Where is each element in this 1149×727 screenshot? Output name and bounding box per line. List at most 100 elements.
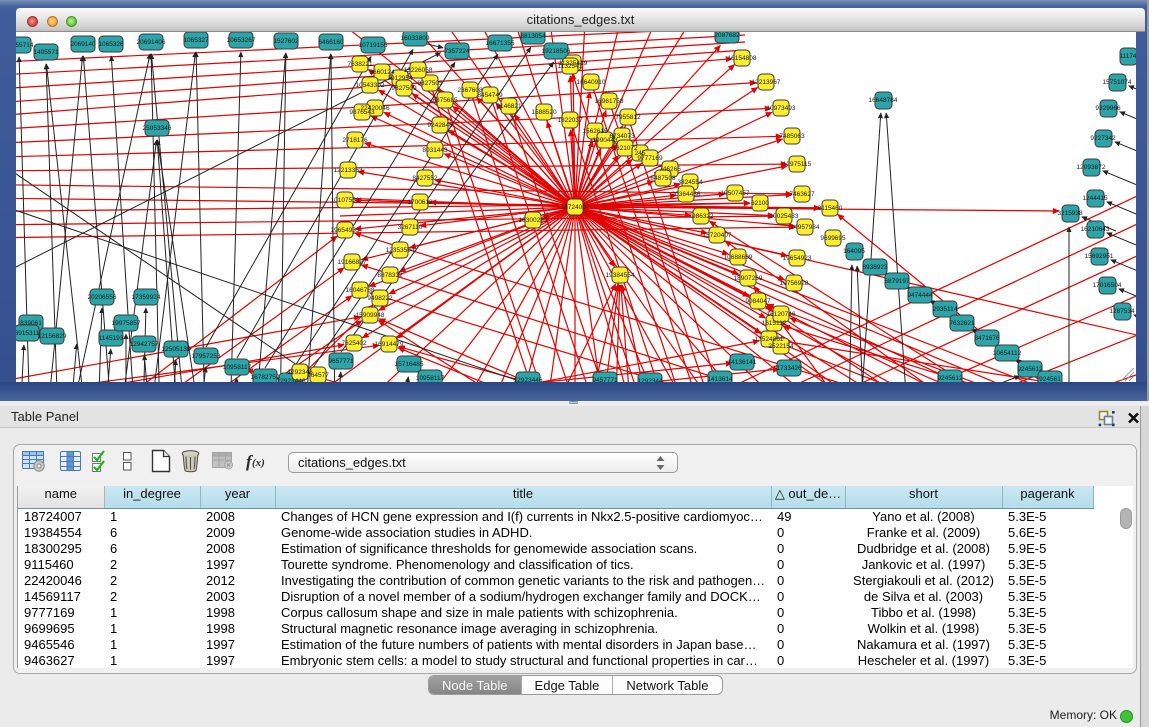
svg-text:16046788: 16046788 [346,287,375,294]
svg-text:25053346: 25053346 [143,125,172,132]
svg-text:3215938: 3215938 [1057,210,1083,217]
svg-text:9329966: 9329966 [1095,105,1121,112]
svg-text:16210643: 16210643 [1081,226,1110,233]
svg-text:2935114: 2935114 [933,306,958,313]
svg-text:19975857: 19975857 [112,320,141,327]
svg-text:8875685: 8875685 [432,97,458,104]
svg-text:7955812: 7955812 [615,114,641,121]
svg-text:17957253: 17957253 [192,353,221,360]
svg-text:8471676: 8471676 [974,335,1000,342]
svg-text:12213363: 12213363 [334,167,363,174]
svg-text:10958117: 10958117 [416,375,445,382]
svg-text:1700612: 1700612 [407,199,433,206]
svg-text:12975115: 12975115 [783,161,812,168]
svg-text:1562615: 1562615 [582,128,608,135]
svg-text:2522154: 2522154 [768,343,794,350]
svg-text:7638221: 7638221 [347,61,373,68]
svg-text:9457771: 9457771 [592,377,618,382]
svg-text:1527602: 1527602 [273,38,299,45]
svg-text:10025433: 10025433 [770,213,799,220]
svg-text:3915311: 3915311 [16,330,40,337]
svg-text:9146821: 9146821 [496,103,522,110]
svg-text:1822037: 1822037 [557,117,583,124]
svg-text:9474444: 9474444 [907,292,933,299]
svg-text:9657771: 9657771 [328,358,354,365]
svg-text:15909948: 15909948 [356,312,385,319]
svg-text:10654112: 10654112 [993,350,1022,357]
svg-text:7357224: 7357224 [444,48,470,55]
svg-text:16914479: 16914479 [375,341,404,348]
svg-text:14957984: 14957984 [791,224,820,231]
svg-text:62100: 62100 [751,200,769,207]
svg-text:(x): (x) [252,457,265,469]
svg-text:9876543: 9876543 [349,109,375,116]
svg-text:2087682: 2087682 [714,32,740,39]
svg-text:10688609: 10688609 [724,254,753,261]
svg-text:18300295: 18300295 [519,217,548,224]
svg-text:9777169: 9777169 [637,155,663,162]
svg-text:8813054: 8813054 [520,33,546,40]
svg-text:20691406: 20691406 [137,39,166,46]
svg-text:8938923: 8938923 [862,264,888,271]
svg-text:746266: 746266 [659,166,681,173]
svg-text:1065326: 1065326 [98,41,124,48]
svg-text:12923446: 12923446 [277,378,306,382]
svg-text:19654923: 19654923 [783,255,812,262]
svg-text:19654933: 19654933 [331,227,360,234]
svg-text:12505135: 12505135 [162,346,191,353]
svg-text:9699695: 9699695 [820,235,846,242]
svg-text:1244415: 1244415 [1082,195,1108,202]
svg-text:8454749: 8454749 [477,92,503,99]
svg-text:2069140: 2069140 [70,41,96,48]
svg-text:6466160: 6466160 [318,39,344,46]
svg-text:1405571: 1405571 [33,49,59,56]
svg-text:8427552: 8427552 [412,175,438,182]
svg-text:1615112: 1615112 [762,320,787,327]
svg-text:19166827: 19166827 [338,259,367,266]
svg-text:3267110: 3267110 [398,224,423,231]
svg-text:16961758: 16961758 [595,98,624,105]
svg-text:7485063: 7485063 [779,133,805,140]
svg-text:9084047: 9084047 [745,298,771,305]
svg-text:18724007: 18724007 [561,204,590,211]
svg-text:964577: 964577 [307,372,329,379]
svg-text:19384554: 19384554 [606,272,635,279]
svg-text:12923446: 12923446 [514,377,543,382]
svg-text:1413614: 1413614 [707,376,733,382]
svg-text:9498222: 9498222 [367,295,393,302]
svg-text:2718176: 2718176 [342,137,368,144]
svg-text:10543302: 10543302 [356,82,385,89]
svg-text:20206556: 20206556 [88,294,117,301]
svg-text:9245612: 9245612 [937,375,963,382]
svg-text:11174: 11174 [1119,53,1136,60]
svg-text:16671355: 16671355 [486,40,515,47]
svg-text:15692951: 15692951 [1085,253,1114,260]
svg-text:9245612: 9245612 [1017,366,1043,373]
svg-text:16033809: 16033809 [401,35,430,42]
svg-text:10719155: 10719155 [359,42,388,49]
svg-text:12156829: 12156829 [38,333,67,340]
svg-text:14136141: 14136141 [728,359,757,366]
svg-text:13524861: 13524861 [755,336,784,343]
svg-text:1733426: 1733426 [776,365,802,372]
svg-text:17016504: 17016504 [1093,282,1122,289]
svg-text:10973493: 10973493 [767,105,796,112]
svg-text:164095: 164095 [843,248,865,255]
svg-text:8878332: 8878332 [377,272,403,279]
svg-text:12093872: 12093872 [1077,164,1106,171]
svg-text:6487508: 6487508 [650,175,676,182]
svg-text:9242848: 9242848 [427,122,453,129]
svg-text:1132541: 1132541 [558,63,583,70]
svg-text:7632621: 7632621 [949,320,975,327]
svg-text:3824554: 3824554 [677,179,703,186]
svg-text:14055714: 14055714 [16,42,34,49]
svg-text:9327505: 9327505 [417,80,443,87]
svg-text:20364436: 20364436 [672,191,701,198]
svg-text:10653267: 10653267 [227,37,256,44]
svg-text:12213967: 12213967 [752,79,781,86]
svg-text:12942757: 12942757 [130,341,159,348]
svg-text:1292344: 1292344 [637,378,663,382]
svg-text:15720407: 15720407 [703,232,732,239]
svg-text:10958117: 10958117 [223,364,252,371]
svg-text:8660124: 8660124 [369,69,395,76]
